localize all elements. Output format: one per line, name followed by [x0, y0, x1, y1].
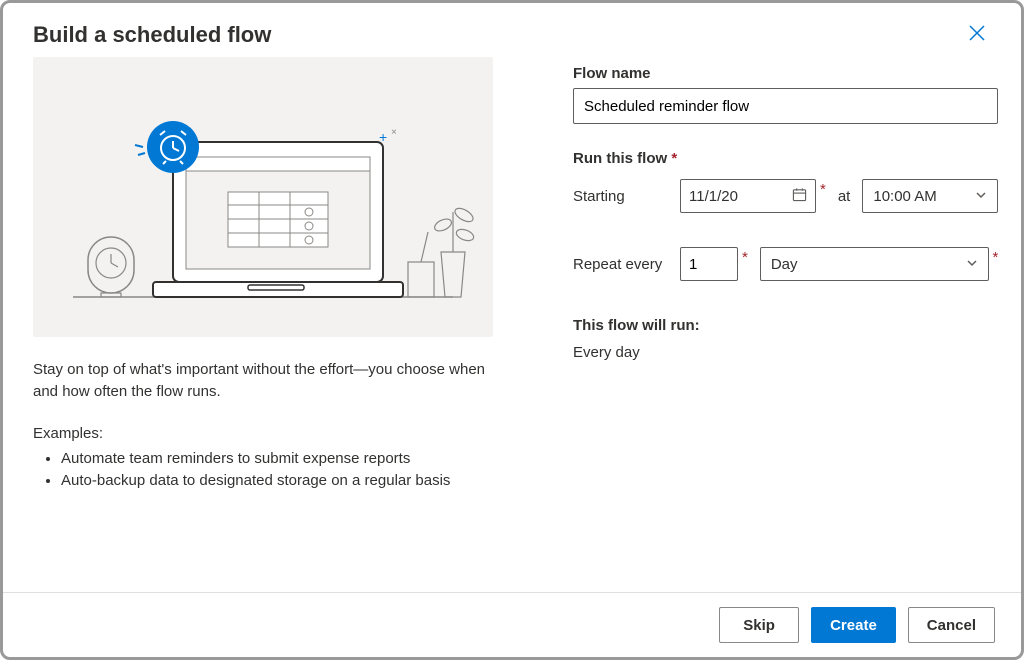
right-pane: Flow name Run this flow * Starting 11/1/…: [573, 57, 998, 582]
examples-label: Examples:: [33, 425, 493, 442]
repeat-label: Repeat every: [573, 256, 668, 273]
close-button[interactable]: [963, 21, 991, 49]
dialog-body: + × Stay on top of what's important with…: [3, 57, 1021, 592]
left-pane: + × Stay on top of what's important with…: [33, 57, 493, 582]
list-item: Auto-backup data to designated storage o…: [61, 470, 493, 493]
flow-name-label: Flow name: [573, 65, 998, 82]
required-marker: *: [742, 247, 748, 266]
cancel-button[interactable]: Cancel: [908, 607, 995, 643]
dialog-description: Stay on top of what's important without …: [33, 359, 493, 403]
starting-time-select[interactable]: 10:00 AM: [862, 179, 998, 213]
calendar-icon: [792, 187, 807, 206]
starting-date-value: 11/1/20: [689, 188, 738, 205]
starting-date-picker[interactable]: 11/1/20: [680, 179, 816, 213]
required-marker: *: [820, 179, 826, 198]
chevron-down-icon: [975, 188, 987, 205]
starting-label: Starting: [573, 188, 668, 205]
repeat-count-input[interactable]: [680, 247, 738, 281]
svg-text:×: ×: [391, 127, 397, 138]
flow-name-input[interactable]: [573, 88, 998, 124]
chevron-down-icon: [966, 256, 978, 273]
examples-list: Automate team reminders to submit expens…: [33, 448, 493, 493]
repeat-unit-value: Day: [771, 256, 798, 273]
dialog-title: Build a scheduled flow: [33, 22, 271, 48]
close-icon: [968, 24, 986, 47]
required-marker: *: [993, 247, 999, 266]
skip-button[interactable]: Skip: [719, 607, 799, 643]
repeat-unit-select[interactable]: Day: [760, 247, 989, 281]
dialog-footer: Skip Create Cancel: [3, 592, 1021, 657]
at-label: at: [838, 188, 851, 205]
starting-time-value: 10:00 AM: [873, 188, 936, 205]
svg-text:+: +: [379, 129, 387, 145]
list-item: Automate team reminders to submit expens…: [61, 448, 493, 471]
run-this-flow-label: Run this flow *: [573, 150, 998, 167]
flow-run-summary-text: Every day: [573, 344, 998, 361]
dialog-header: Build a scheduled flow: [3, 3, 1021, 57]
scheduled-flow-dialog: Build a scheduled flow: [0, 0, 1024, 660]
create-button[interactable]: Create: [811, 607, 896, 643]
run-this-flow-section: Run this flow * Starting 11/1/20 * at 10…: [573, 150, 998, 361]
flow-run-summary-label: This flow will run:: [573, 317, 998, 334]
repeat-row: Repeat every * Day *: [573, 247, 998, 281]
starting-row: Starting 11/1/20 * at 10:00 AM: [573, 179, 998, 213]
illustration: + ×: [33, 57, 493, 337]
